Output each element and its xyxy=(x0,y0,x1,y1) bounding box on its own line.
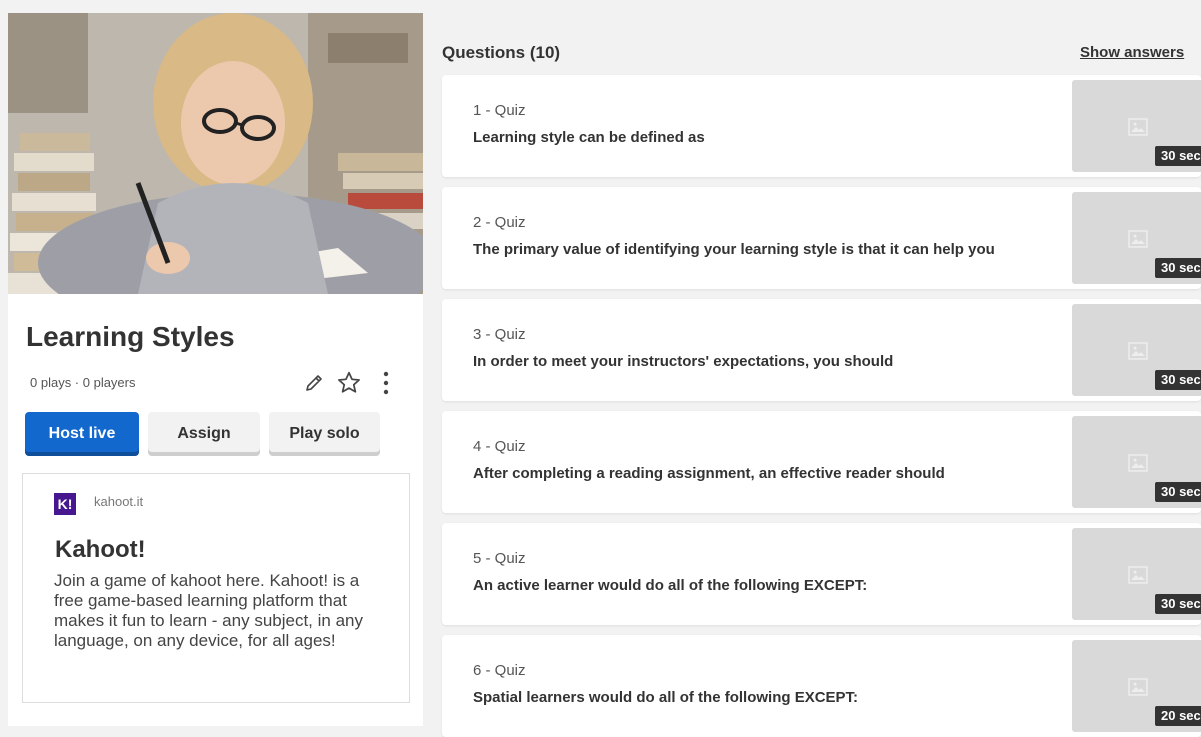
question-item[interactable]: 3 - Quiz In order to meet your instructo… xyxy=(442,299,1201,401)
host-live-button[interactable]: Host live xyxy=(25,412,139,456)
question-text: The primary value of identifying your le… xyxy=(473,241,995,258)
image-placeholder-icon xyxy=(1128,230,1148,248)
image-placeholder-icon xyxy=(1128,342,1148,360)
image-placeholder-icon xyxy=(1128,454,1148,472)
question-text: An active learner would do all of the fo… xyxy=(473,577,868,594)
question-item[interactable]: 5 - Quiz An active learner would do all … xyxy=(442,523,1201,625)
favorite-button[interactable] xyxy=(331,368,367,402)
kahoot-logo: K! xyxy=(54,493,76,515)
time-limit-badge: 30 sec xyxy=(1155,146,1201,166)
kahoot-title: Learning Styles xyxy=(26,321,235,352)
time-limit-badge: 30 sec xyxy=(1155,258,1201,278)
edit-button[interactable] xyxy=(296,368,332,402)
show-answers-link[interactable]: Show answers xyxy=(1080,44,1184,61)
question-label: 5 - Quiz xyxy=(473,550,526,567)
link-description: Join a game of kahoot here. Kahoot! is a… xyxy=(54,571,363,650)
question-label: 3 - Quiz xyxy=(473,326,526,343)
time-limit-badge: 20 sec xyxy=(1155,706,1201,726)
more-options-button[interactable] xyxy=(368,368,404,402)
questions-panel: Questions (10) Show answers 1 - Quiz Lea… xyxy=(424,13,1201,737)
pencil-icon xyxy=(303,372,325,399)
question-thumbnail: 20 sec xyxy=(1072,640,1201,732)
kahoot-details-panel: Learning Styles 0 plays · 0 players Host… xyxy=(8,13,423,726)
image-placeholder-icon xyxy=(1128,118,1148,136)
question-item[interactable]: 6 - Quiz Spatial learners would do all o… xyxy=(442,635,1201,737)
assign-button[interactable]: Assign xyxy=(148,412,260,456)
question-label: 2 - Quiz xyxy=(473,214,526,231)
question-thumbnail: 30 sec xyxy=(1072,416,1201,508)
kahoot-link-card[interactable]: K! kahoot.it Kahoot! Join a game of kaho… xyxy=(22,473,410,703)
question-thumbnail: 30 sec xyxy=(1072,192,1201,284)
question-text: After completing a reading assignment, a… xyxy=(473,465,945,482)
question-item[interactable]: 2 - Quiz The primary value of identifyin… xyxy=(442,187,1201,289)
question-thumbnail: 30 sec xyxy=(1072,528,1201,620)
questions-heading: Questions (10) xyxy=(442,43,561,62)
question-thumbnail: 30 sec xyxy=(1072,304,1201,396)
time-limit-badge: 30 sec xyxy=(1155,482,1201,502)
cover-image xyxy=(8,13,423,294)
question-label: 1 - Quiz xyxy=(473,102,526,119)
question-item[interactable]: 1 - Quiz Learning style can be defined a… xyxy=(442,75,1201,177)
time-limit-badge: 30 sec xyxy=(1155,370,1201,390)
plays-players-count: 0 plays · 0 players xyxy=(30,375,136,390)
question-label: 6 - Quiz xyxy=(473,662,526,679)
star-icon xyxy=(336,370,362,401)
image-placeholder-icon xyxy=(1128,566,1148,584)
more-vertical-icon xyxy=(382,370,390,401)
play-solo-button[interactable]: Play solo xyxy=(269,412,380,456)
image-placeholder-icon xyxy=(1128,678,1148,696)
link-title: Kahoot! xyxy=(55,536,146,563)
question-item[interactable]: 4 - Quiz After completing a reading assi… xyxy=(442,411,1201,513)
link-domain: kahoot.it xyxy=(94,494,144,509)
question-text: Learning style can be defined as xyxy=(473,129,705,146)
question-text: Spatial learners would do all of the fol… xyxy=(473,689,859,706)
time-limit-badge: 30 sec xyxy=(1155,594,1201,614)
question-text: In order to meet your instructors' expec… xyxy=(473,353,894,370)
question-label: 4 - Quiz xyxy=(473,438,526,455)
question-thumbnail: 30 sec xyxy=(1072,80,1201,172)
